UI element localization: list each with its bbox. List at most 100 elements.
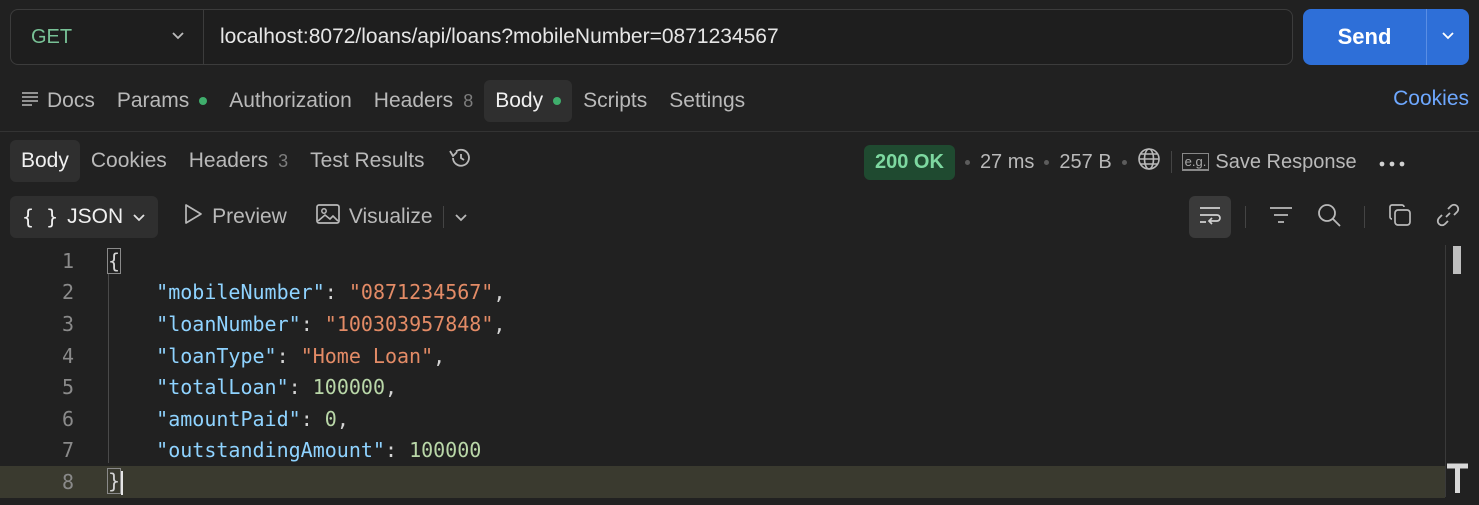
headers-count: 8	[463, 90, 474, 111]
response-tab-body[interactable]: Body	[10, 140, 80, 182]
body-indicator-dot	[553, 97, 562, 105]
link-icon	[1435, 202, 1461, 233]
response-tab-body-label: Body	[21, 149, 69, 172]
wrap-lines-button[interactable]	[1189, 196, 1231, 238]
json-value: "0871234567"	[348, 280, 494, 305]
response-tab-cookies[interactable]: Cookies	[80, 140, 178, 182]
tab-params-label: Params	[116, 89, 190, 112]
url-input[interactable]	[204, 25, 1292, 49]
code-line: 2 "mobileNumber": "0871234567",	[0, 277, 1445, 309]
preview-button[interactable]: Preview	[172, 196, 297, 238]
json-value: 100000	[312, 375, 385, 400]
close-brace: }	[106, 468, 122, 495]
separator-dot	[964, 159, 970, 165]
json-comma: ,	[493, 280, 506, 305]
scrollbar-marker	[1453, 246, 1461, 274]
separator-dot	[1121, 159, 1127, 165]
scrollbar-track[interactable]	[1445, 245, 1446, 497]
line-number: 1	[61, 248, 74, 273]
tab-body-label: Body	[495, 89, 544, 112]
params-indicator-dot	[199, 97, 208, 105]
save-response-button[interactable]: e.g. Save Response	[1181, 150, 1357, 174]
json-key: loanType	[168, 343, 265, 368]
line-number: 2	[61, 280, 74, 305]
json-key: mobileNumber	[168, 280, 313, 305]
response-size[interactable]: 257 B	[1059, 151, 1111, 174]
cookies-link[interactable]: Cookies	[1393, 87, 1469, 111]
history-icon	[447, 146, 473, 176]
json-value: 100000	[409, 438, 482, 463]
text-cursor	[121, 470, 124, 495]
visualize-label: Visualize	[348, 205, 433, 228]
code-line: 4 "loanType": "Home Loan",	[0, 340, 1445, 372]
search-button[interactable]	[1308, 196, 1350, 238]
line-number: 5	[61, 375, 74, 400]
filter-button[interactable]	[1260, 196, 1302, 238]
tab-scripts[interactable]: Scripts	[572, 80, 658, 122]
json-key: loanNumber	[168, 311, 289, 336]
editor-tools	[1189, 196, 1469, 238]
json-value: "100303957848"	[324, 311, 494, 336]
line-number: 8	[61, 469, 74, 494]
tab-settings-label: Settings	[669, 89, 746, 112]
tab-docs[interactable]: Docs	[10, 80, 106, 122]
response-editor[interactable]: 1 { 2 "mobileNumber": "0871234567", 3 "l…	[0, 245, 1479, 505]
code-text: "loanType": "Home Loan",	[156, 343, 446, 368]
braces-icon: { }	[22, 205, 59, 229]
tab-params[interactable]: Params	[106, 80, 218, 122]
json-comma: ,	[336, 406, 349, 431]
save-response-label: Save Response	[1215, 150, 1357, 173]
json-key: outstandingAmount	[168, 438, 373, 463]
play-icon	[182, 202, 204, 232]
method-select[interactable]: GET	[11, 10, 204, 64]
more-options-icon[interactable]	[1379, 151, 1405, 174]
line-number: 7	[61, 438, 74, 463]
code-text: "amountPaid": 0,	[156, 406, 349, 431]
line-number: 6	[61, 406, 74, 431]
format-label: JSON	[67, 205, 124, 228]
example-icon: e.g.	[1181, 153, 1210, 171]
filter-icon	[1268, 205, 1294, 230]
code-line: 6 "amountPaid": 0,	[0, 403, 1445, 435]
visualize-options-button[interactable]	[444, 196, 478, 238]
format-select[interactable]: { } JSON	[10, 196, 159, 238]
code-text: "mobileNumber": "0871234567",	[156, 280, 506, 305]
code-text: "loanNumber": "100303957848",	[156, 311, 506, 336]
tab-authorization[interactable]: Authorization	[218, 80, 363, 122]
code-line: 5 "totalLoan": 100000,	[0, 371, 1445, 403]
cursor-position-marker	[1446, 463, 1469, 496]
history-button[interactable]	[436, 140, 484, 182]
chevron-down-icon	[132, 205, 146, 229]
response-tab-headers[interactable]: Headers 3	[178, 140, 299, 182]
globe-icon[interactable]	[1137, 147, 1161, 177]
status-badge[interactable]: 200 OK	[864, 144, 955, 180]
link-button[interactable]	[1427, 196, 1469, 238]
tab-body[interactable]: Body	[484, 80, 573, 122]
response-tab-test-results[interactable]: Test Results	[299, 140, 435, 182]
request-tabs: Docs Params Authorization Headers 8 Body…	[10, 80, 756, 122]
json-key: amountPaid	[168, 406, 289, 431]
vertical-divider	[1364, 206, 1365, 228]
send-button[interactable]: Send	[1303, 9, 1426, 65]
copy-button[interactable]	[1379, 196, 1421, 238]
code-line-current: 8 }	[0, 466, 1445, 498]
body-toolbar: { } JSON Preview Visualize	[10, 196, 478, 238]
image-icon	[315, 202, 341, 232]
visualize-button[interactable]: Visualize	[305, 196, 443, 238]
response-status-bar: 200 OK 27 ms 257 B e.g. Save Response	[864, 144, 1405, 180]
open-brace: {	[106, 247, 122, 274]
tab-authorization-label: Authorization	[229, 89, 352, 112]
code-line: 1 {	[0, 245, 1445, 277]
code-line: 7 "outstandingAmount": 100000	[0, 435, 1445, 467]
code-text: {	[106, 247, 122, 274]
send-options-button[interactable]	[1426, 9, 1469, 65]
json-comma: ,	[384, 375, 398, 400]
tab-settings[interactable]: Settings	[658, 80, 756, 122]
response-time[interactable]: 27 ms	[980, 151, 1034, 174]
json-value: "Home Loan"	[300, 343, 434, 368]
divider	[0, 131, 1479, 132]
tab-headers[interactable]: Headers 8	[363, 80, 484, 122]
preview-label: Preview	[212, 205, 287, 228]
json-value: 0	[324, 406, 337, 431]
chevron-down-icon	[454, 205, 468, 229]
